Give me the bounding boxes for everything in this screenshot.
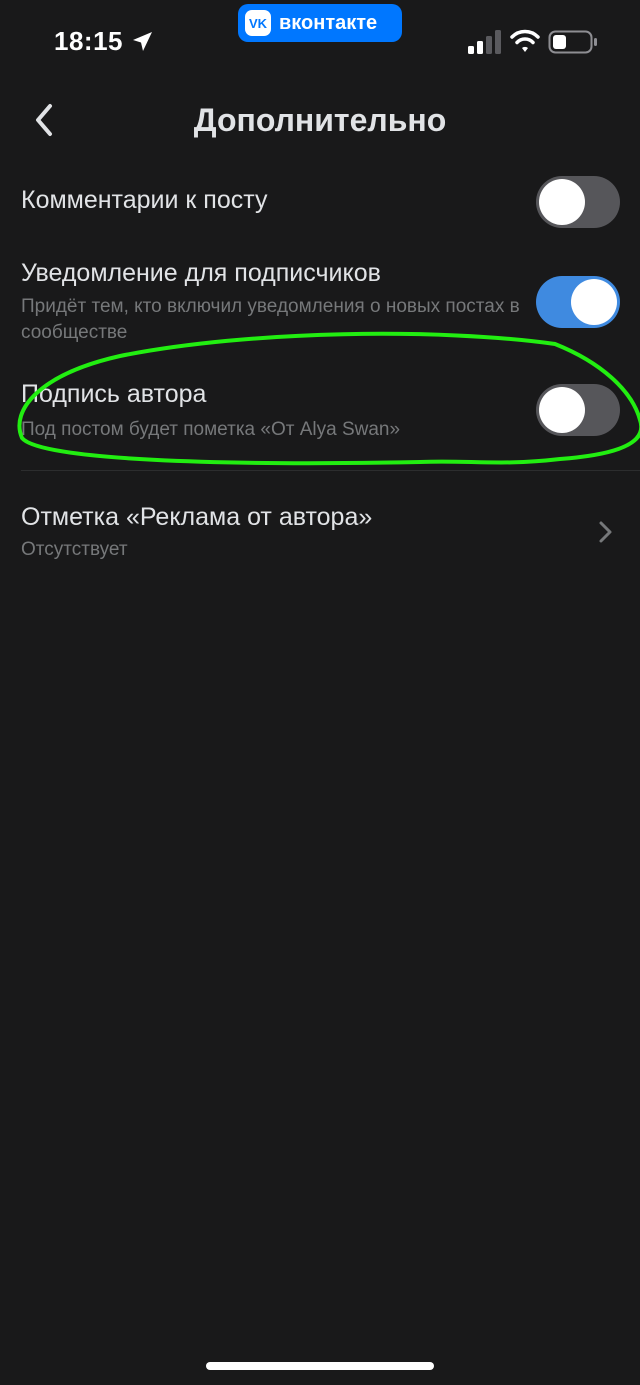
vk-app-label: вконтакте [279,11,378,34]
wifi-icon [510,29,540,52]
subscriber-notification-toggle[interactable] [536,276,620,328]
author-signature-description: Под постом будет пометка «От Alya Swan» [21,419,401,440]
vk-app-badge[interactable]: VK вконтакте [238,4,402,42]
divider [21,470,640,471]
toggle-knob [539,387,585,433]
author-signature-toggle[interactable] [536,384,620,436]
author-signature-label: Подпись автора [21,380,207,408]
cellular-signal-icon [468,30,501,54]
comments-toggle[interactable] [536,176,620,228]
subscriber-notification-label: Уведомление для подписчиков [21,259,381,287]
page-title: Дополнительно [193,102,447,138]
vk-logo-icon: VK [245,10,271,36]
subscriber-notification-description: Придёт тем, кто включил уведомления о но… [21,296,520,343]
location-arrow-icon [133,32,152,51]
battery-icon [548,30,597,54]
home-indicator [206,1362,434,1370]
chevron-right-icon [599,521,612,543]
comments-setting-label: Комментарии к посту [21,186,268,214]
toggle-knob [539,179,585,225]
ad-mark-label: Отметка «Реклама от автора» [21,503,373,531]
toggle-knob [571,279,617,325]
ad-mark-value: Отсутствует [21,539,128,560]
status-time: 18:15 [54,26,123,56]
